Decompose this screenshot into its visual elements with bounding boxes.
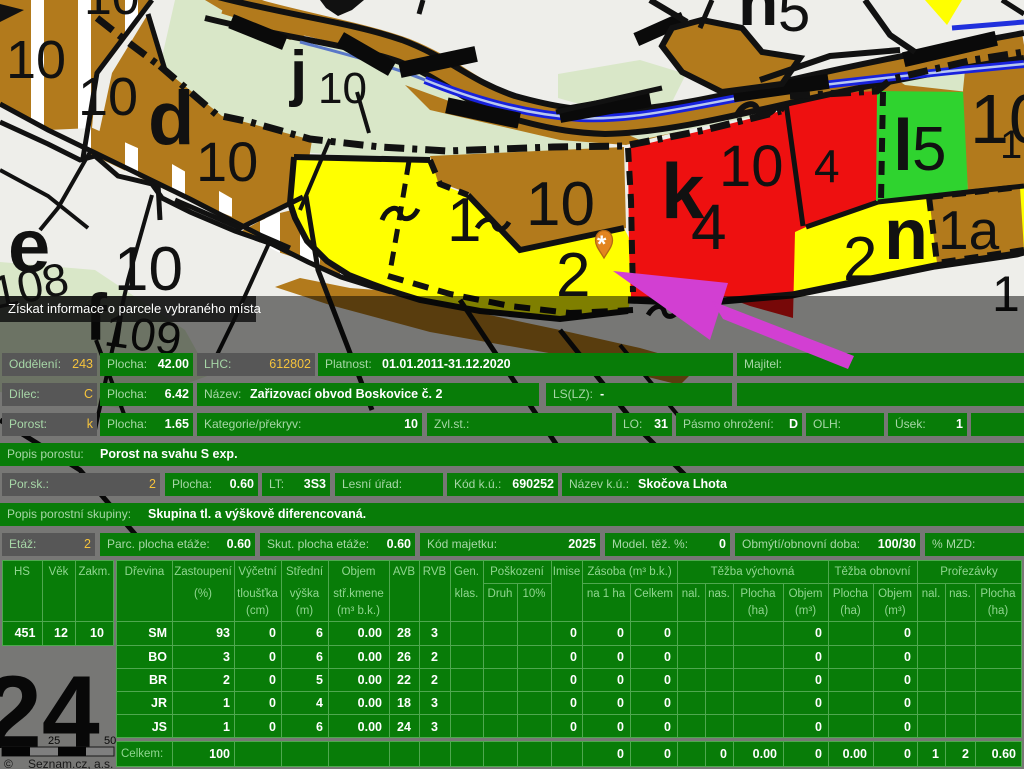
svg-text:5: 5 — [912, 115, 946, 184]
svg-text:10: 10 — [84, 0, 140, 25]
svg-text:10: 10 — [196, 130, 258, 193]
svg-text:4: 4 — [814, 140, 840, 192]
svg-text:n: n — [884, 195, 928, 275]
svg-text:l: l — [893, 106, 913, 186]
svg-text:10: 10 — [6, 30, 66, 90]
svg-text:10: 10 — [114, 235, 183, 304]
svg-text:n: n — [738, 0, 778, 39]
svg-text:10: 10 — [526, 170, 595, 239]
svg-text:4: 4 — [691, 191, 727, 263]
svg-text:10: 10 — [719, 134, 784, 199]
svg-text:5: 5 — [778, 0, 810, 44]
svg-text:d: d — [148, 76, 194, 161]
svg-text:1: 1 — [447, 186, 481, 255]
svg-text:10: 10 — [318, 64, 367, 113]
svg-text:j: j — [289, 39, 307, 108]
svg-text:1a: 1a — [938, 199, 1000, 261]
svg-text:10: 10 — [78, 67, 138, 127]
svg-text:2: 2 — [843, 225, 877, 294]
svg-text:1: 1 — [1000, 123, 1022, 167]
